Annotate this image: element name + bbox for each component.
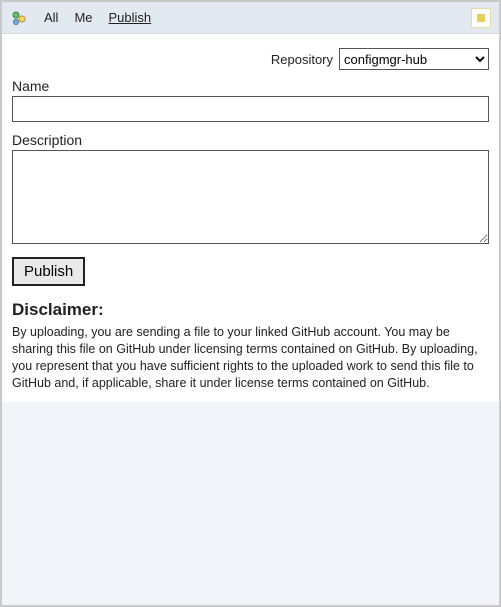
- content-area: Repository configmgr-hub Name Descriptio…: [2, 34, 499, 402]
- menu-icon: [477, 14, 485, 22]
- disclaimer-text: By uploading, you are sending a file to …: [12, 324, 489, 392]
- toolbar-menu-button[interactable]: [471, 8, 491, 28]
- empty-area: [2, 402, 499, 606]
- window: All Me Publish Repository configmgr-hub …: [0, 0, 501, 607]
- tab-all[interactable]: All: [44, 10, 58, 25]
- description-label: Description: [12, 132, 489, 148]
- disclaimer-heading: Disclaimer:: [12, 300, 489, 320]
- tab-publish[interactable]: Publish: [109, 10, 152, 25]
- repository-label: Repository: [271, 52, 333, 67]
- description-textarea[interactable]: [12, 150, 489, 244]
- repository-row: Repository configmgr-hub: [12, 48, 489, 70]
- tab-me[interactable]: Me: [74, 10, 92, 25]
- publish-button[interactable]: Publish: [12, 257, 85, 286]
- repository-select[interactable]: configmgr-hub: [339, 48, 489, 70]
- toolbar: All Me Publish: [2, 2, 499, 34]
- app-icon: [10, 9, 28, 27]
- name-input[interactable]: [12, 96, 489, 122]
- name-label: Name: [12, 78, 489, 94]
